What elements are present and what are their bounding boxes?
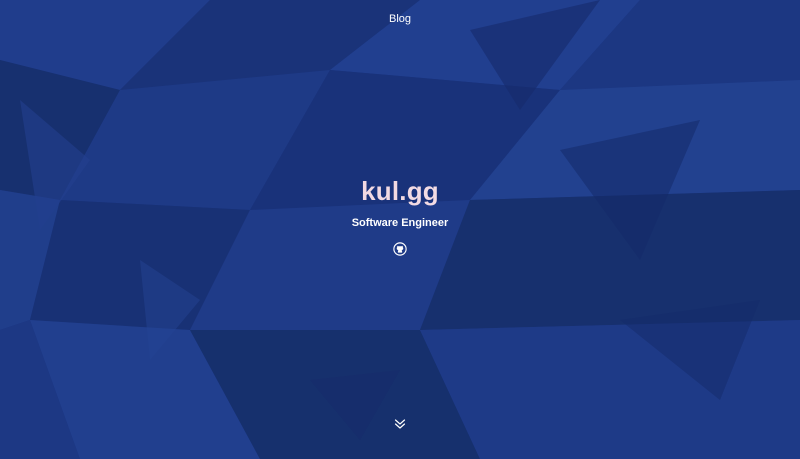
github-icon [393, 242, 407, 256]
social-links [0, 242, 800, 256]
github-link[interactable] [393, 242, 407, 256]
site-title: kul.gg [0, 174, 800, 208]
top-nav: Blog [0, 9, 800, 27]
landing-page: Blog kul.gg Software Engineer [0, 0, 800, 459]
nav-link-blog[interactable]: Blog [385, 12, 415, 26]
site-subtitle: Software Engineer [351, 217, 449, 229]
chevron-double-down-icon[interactable] [393, 417, 407, 431]
hero: kul.gg Software Engineer [0, 174, 800, 256]
